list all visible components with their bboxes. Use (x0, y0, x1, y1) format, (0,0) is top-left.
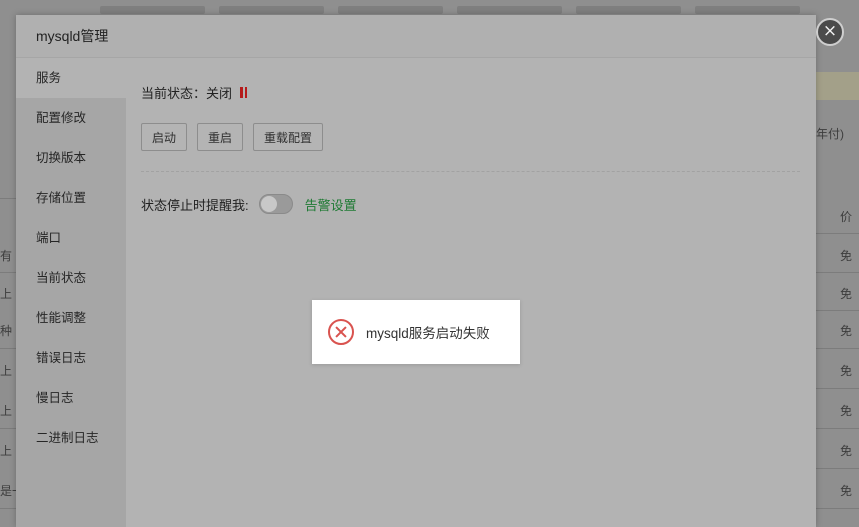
background-notice-bar (816, 72, 859, 100)
divider (141, 171, 800, 172)
background-cell: 免 (840, 364, 853, 378)
background-row-divider (816, 388, 859, 389)
status-value: 关闭 (206, 86, 233, 101)
background-tab (457, 6, 562, 14)
sidebar-item-slow-log[interactable]: 慢日志 (16, 378, 126, 418)
restart-button[interactable]: 重启 (197, 123, 244, 151)
background-row-divider (816, 468, 859, 469)
background-cell: 免 (840, 249, 853, 263)
background-cell: 免 (840, 324, 853, 338)
sidebar-item-performance[interactable]: 性能调整 (16, 298, 126, 338)
close-button[interactable]: × (816, 18, 844, 46)
sidebar-item-current-status[interactable]: 当前状态 (16, 258, 126, 298)
alert-label: 状态停止时提醒我: (141, 197, 249, 213)
dialog-title: mysqld管理 (16, 15, 816, 58)
sidebar-item-storage[interactable]: 存储位置 (16, 178, 126, 218)
background-row-divider (0, 198, 16, 199)
reload-config-button[interactable]: 重载配置 (253, 123, 324, 151)
background-row-divider (0, 508, 16, 509)
sidebar: 服务 配置修改 切换版本 存储位置 端口 当前状态 性能调整 错误日志 慢日志 … (16, 58, 126, 527)
background-cell: 免 (840, 404, 853, 418)
background-left-fragment: 种 (0, 324, 13, 338)
error-icon (328, 319, 354, 345)
sidebar-item-binlog[interactable]: 二进制日志 (16, 418, 126, 458)
pause-icon (240, 87, 248, 98)
background-row-divider (816, 310, 859, 311)
close-icon: × (822, 21, 838, 41)
background-row-divider (816, 272, 859, 273)
alert-setting-row: 状态停止时提醒我: 告警设置 (141, 194, 357, 214)
mysqld-manager-dialog: mysqld管理 × 服务 配置修改 切换版本 存储位置 端口 当前状态 性能调… (16, 15, 844, 527)
background-row-divider (816, 428, 859, 429)
background-tab (219, 6, 324, 14)
background-left-fragment: 有 (0, 249, 13, 263)
background-left-fragment: 上 (0, 444, 13, 458)
background-row-divider (816, 233, 859, 234)
background-column-header: 价 (840, 210, 853, 224)
background-tab (695, 6, 800, 14)
sidebar-item-config[interactable]: 配置修改 (16, 98, 126, 138)
sidebar-item-switch-version[interactable]: 切换版本 (16, 138, 126, 178)
status-label: 当前状态： (141, 86, 207, 101)
background-cell: 免 (840, 444, 853, 458)
background-row-divider (816, 348, 859, 349)
background-row-divider (0, 428, 16, 429)
background-cell: 免 (840, 484, 853, 498)
background-tab (338, 6, 443, 14)
alert-toggle[interactable] (258, 194, 293, 214)
background-row-divider (816, 508, 859, 509)
background-tab (576, 6, 681, 14)
error-toast: mysqld服务启动失败 (312, 300, 520, 364)
start-button[interactable]: 启动 (141, 123, 188, 151)
background-left-fragment: 上 (0, 287, 13, 301)
service-panel: 当前状态： 关闭 启动 重启 重载配置 状态停止时提醒我: 告警设置 (141, 58, 800, 527)
status-line: 当前状态： 关闭 (141, 83, 248, 102)
toggle-knob (260, 196, 277, 212)
background-tab (100, 6, 205, 14)
sidebar-item-error-log[interactable]: 错误日志 (16, 338, 126, 378)
background-left-fragment: 上 (0, 364, 13, 378)
background-header-text: 年付) (816, 127, 844, 141)
background-row-divider (0, 272, 16, 273)
sidebar-item-service[interactable]: 服务 (16, 58, 126, 98)
background-left-fragment: 上 (0, 404, 13, 418)
background-row-divider (0, 348, 16, 349)
alert-settings-link[interactable]: 告警设置 (305, 195, 357, 214)
background-cell: 免 (840, 287, 853, 301)
sidebar-item-port[interactable]: 端口 (16, 218, 126, 258)
service-buttons: 启动 重启 重载配置 (141, 123, 324, 151)
toast-message: mysqld服务启动失败 (366, 326, 490, 341)
